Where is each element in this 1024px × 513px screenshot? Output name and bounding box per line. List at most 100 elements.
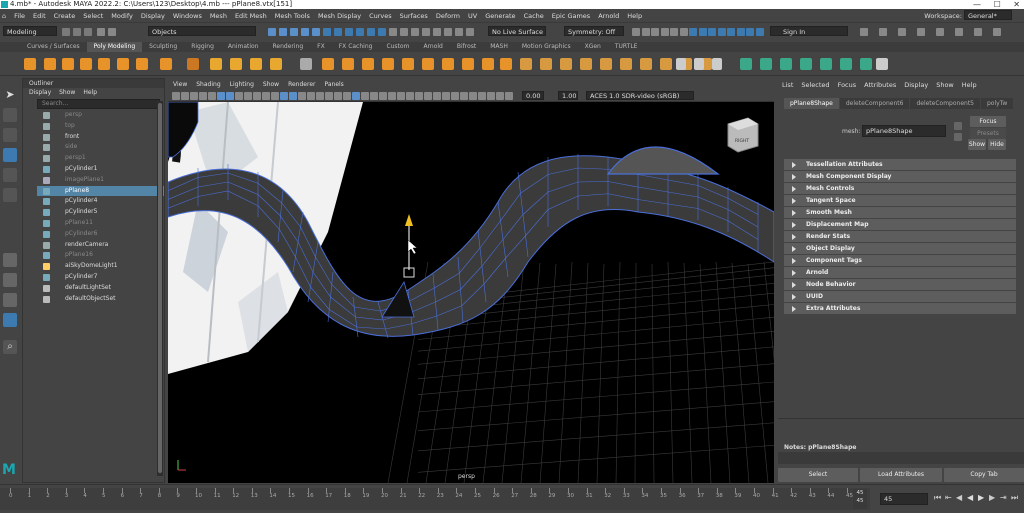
3d-viewport[interactable]: RIGHT persp bbox=[168, 102, 774, 483]
viewport-tool-icon[interactable] bbox=[199, 92, 207, 100]
viewport-tool-icon[interactable] bbox=[379, 92, 387, 100]
shelf-tool-icon[interactable] bbox=[660, 58, 672, 70]
viewport-menu-panels[interactable]: Panels bbox=[324, 80, 343, 90]
menu-epic-games[interactable]: Epic Games bbox=[552, 12, 590, 20]
viewport-tool-icon[interactable] bbox=[388, 92, 396, 100]
shelf-tool-icon[interactable] bbox=[500, 58, 512, 70]
shelf-tool-icon[interactable] bbox=[676, 58, 686, 70]
outliner-item-persp[interactable]: persp bbox=[37, 110, 164, 121]
layout-single-icon[interactable] bbox=[3, 253, 17, 267]
selection-mask-icon[interactable] bbox=[433, 28, 441, 36]
menu-mesh-display[interactable]: Mesh Display bbox=[318, 12, 361, 20]
render-tool-icon[interactable] bbox=[660, 28, 669, 36]
ae-menu-attributes[interactable]: Attributes bbox=[864, 78, 896, 92]
outliner-item-pcylinder4[interactable]: pCylinder4 bbox=[37, 196, 164, 207]
outliner-menu-display[interactable]: Display bbox=[29, 88, 51, 98]
outliner-item-defaultlightset[interactable]: defaultLightSet bbox=[37, 283, 164, 294]
rotate-tool-icon[interactable] bbox=[3, 168, 17, 182]
ae-menu-list[interactable]: List bbox=[782, 78, 793, 92]
shelf-tool-icon[interactable] bbox=[342, 58, 354, 70]
shelf-tool-icon[interactable] bbox=[462, 58, 474, 70]
ae-tab-pplane8shape[interactable]: pPlane8Shape bbox=[784, 98, 839, 109]
shelf-tool-icon[interactable] bbox=[300, 58, 312, 70]
shelf-tool-icon[interactable] bbox=[24, 58, 36, 70]
menu-deform[interactable]: Deform bbox=[436, 12, 460, 20]
select-button[interactable]: Select bbox=[778, 468, 858, 482]
menu-curves[interactable]: Curves bbox=[369, 12, 392, 20]
menu-create[interactable]: Create bbox=[54, 12, 76, 20]
outliner-item-front[interactable]: front bbox=[37, 132, 164, 143]
menu-edit[interactable]: Edit bbox=[33, 12, 46, 20]
selection-mask-icon[interactable] bbox=[400, 28, 408, 36]
viewport-tool-icon[interactable] bbox=[352, 92, 360, 100]
show-button[interactable]: Show bbox=[968, 139, 986, 150]
render-tool-icon[interactable] bbox=[727, 28, 735, 36]
shelf-tool-icon[interactable] bbox=[382, 58, 394, 70]
viewport-tool-icon[interactable] bbox=[316, 92, 324, 100]
outliner-item-pcylinder6[interactable]: pCylinder6 bbox=[37, 229, 164, 240]
menu-generate[interactable]: Generate bbox=[485, 12, 515, 20]
layout-two-icon[interactable] bbox=[3, 293, 17, 307]
menu-mesh[interactable]: Mesh bbox=[210, 12, 227, 20]
gamma-field[interactable]: 1.00 bbox=[558, 91, 578, 100]
ae-section-uuid[interactable]: UUID bbox=[784, 291, 1016, 302]
ae-menu-help[interactable]: Help bbox=[962, 78, 977, 92]
menu-arnold[interactable]: Arnold bbox=[598, 12, 619, 20]
render-tool-icon[interactable] bbox=[746, 28, 754, 36]
ae-section-mesh-component-display[interactable]: Mesh Component Display bbox=[784, 171, 1016, 182]
shelf-tab-rendering[interactable]: Rendering bbox=[266, 42, 311, 52]
shelf-tool-icon[interactable] bbox=[322, 58, 334, 70]
workspace-dropdown[interactable]: General* bbox=[964, 10, 1012, 20]
ae-section-tangent-space[interactable]: Tangent Space bbox=[784, 195, 1016, 206]
ae-menu-selected[interactable]: Selected bbox=[801, 78, 829, 92]
live-surface-dropdown[interactable]: No Live Surface bbox=[488, 26, 546, 36]
select-mode-dropdown[interactable]: Objects bbox=[148, 26, 256, 36]
shelf-tab-motion-graphics[interactable]: Motion Graphics bbox=[515, 42, 578, 52]
shelf-tool-icon[interactable] bbox=[712, 58, 722, 70]
viewport-tool-icon[interactable] bbox=[424, 92, 432, 100]
shelf-tab-custom[interactable]: Custom bbox=[379, 42, 416, 52]
undo-icon[interactable] bbox=[97, 28, 105, 36]
outliner-item-pplane11[interactable]: pPlane11 bbox=[37, 218, 164, 229]
outliner-item-rendercamera[interactable]: renderCamera bbox=[37, 240, 164, 251]
viewport-tool-icon[interactable] bbox=[397, 92, 405, 100]
select-tool-icon[interactable]: ➤ bbox=[3, 88, 17, 102]
shelf-tool-icon[interactable] bbox=[160, 58, 172, 70]
selection-mask-icon[interactable] bbox=[422, 28, 430, 36]
folder-icon[interactable] bbox=[62, 28, 70, 36]
viewport-tool-icon[interactable] bbox=[172, 92, 180, 100]
shelf-tab-poly-modeling[interactable]: Poly Modeling bbox=[86, 42, 143, 52]
menu-windows[interactable]: Windows bbox=[173, 12, 202, 20]
viewport-tool-icon[interactable] bbox=[433, 92, 441, 100]
viewport-tool-icon[interactable] bbox=[271, 92, 279, 100]
shelf-tool-icon[interactable] bbox=[362, 58, 374, 70]
selection-mask-icon[interactable] bbox=[312, 28, 320, 36]
menu-uv[interactable]: UV bbox=[468, 12, 477, 20]
outliner-search-input[interactable]: Search... bbox=[37, 99, 160, 109]
ae-tab-deletecomponent6[interactable]: deleteComponent6 bbox=[839, 98, 910, 109]
step-back-key-icon[interactable]: ⇤ bbox=[945, 493, 952, 502]
focus-button[interactable]: Focus bbox=[970, 116, 1006, 127]
panel-toggle-icon[interactable] bbox=[917, 28, 925, 36]
shelf-tab-rigging[interactable]: Rigging bbox=[184, 42, 221, 52]
render-tool-icon[interactable] bbox=[670, 28, 678, 36]
shelf-tool-icon[interactable] bbox=[620, 58, 632, 70]
shelf-tool-icon[interactable] bbox=[422, 58, 434, 70]
render-tool-icon[interactable] bbox=[651, 28, 659, 36]
ae-section-component-tags[interactable]: Component Tags bbox=[784, 255, 1016, 266]
move-tool-icon[interactable] bbox=[3, 148, 17, 162]
output-connection-icon[interactable] bbox=[954, 133, 962, 141]
shelf-tool-icon[interactable] bbox=[270, 58, 282, 70]
selection-mask-icon[interactable] bbox=[455, 28, 463, 36]
viewport-tool-icon[interactable] bbox=[505, 92, 513, 100]
shelf-tool-icon[interactable] bbox=[876, 58, 888, 70]
viewport-tool-icon[interactable] bbox=[442, 92, 450, 100]
shelf-tool-icon[interactable] bbox=[780, 58, 792, 70]
panel-toggle-icon[interactable] bbox=[955, 28, 963, 36]
search-icon[interactable]: ⌕ bbox=[3, 340, 17, 354]
viewport-tool-icon[interactable] bbox=[280, 92, 288, 100]
panel-toggle-icon[interactable] bbox=[860, 28, 868, 36]
manipulator-arrow-icon[interactable] bbox=[405, 214, 413, 226]
input-connection-icon[interactable] bbox=[954, 122, 962, 130]
panel-toggle-icon[interactable] bbox=[898, 28, 906, 36]
